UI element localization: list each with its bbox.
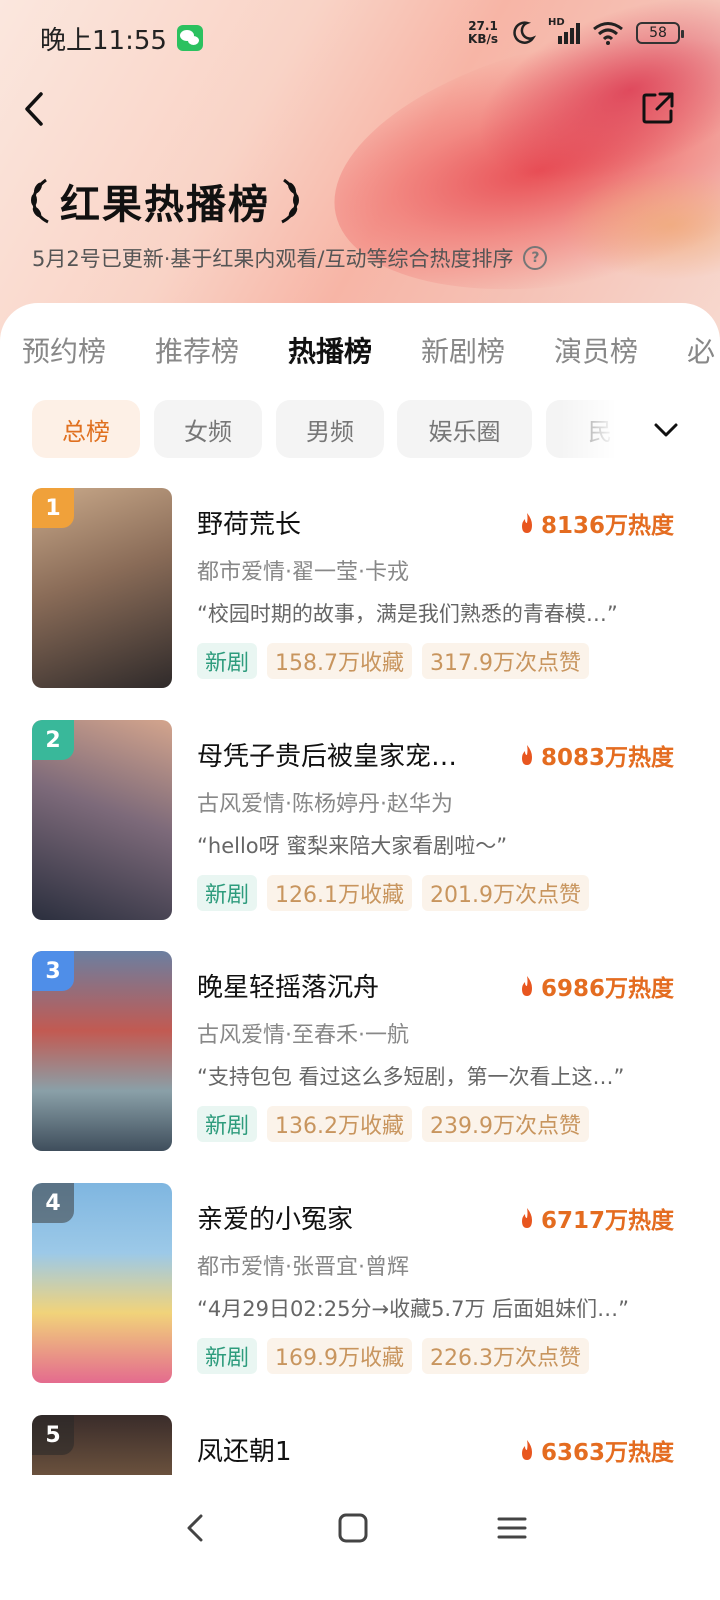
drama-cover[interactable]: 4 <box>32 1183 172 1383</box>
wifi-icon <box>593 22 623 45</box>
update-subtitle: 5月2号已更新·基于红果内观看/互动等综合热度排序 ? <box>32 243 548 273</box>
rank-badge: 5 <box>32 1415 74 1455</box>
rank-badge: 3 <box>32 951 74 991</box>
drama-title[interactable]: 凤还朝1 <box>197 1431 497 1468</box>
tab-reservation[interactable]: 预约榜 <box>22 330 106 370</box>
drama-title[interactable]: 亲爱的小冤家 <box>197 1199 497 1236</box>
flame-icon <box>521 745 532 765</box>
heat-score: 8083万热度 <box>519 738 674 772</box>
flame-icon <box>521 1208 532 1228</box>
likes-tag: 239.9万次点赞 <box>422 1106 589 1142</box>
heat-score: 8136万热度 <box>519 506 674 540</box>
drama-tags: 新剧 126.1万收藏 201.9万次点赞 <box>197 875 589 911</box>
heat-score: 6986万热度 <box>519 969 674 1003</box>
expand-chips-button[interactable] <box>648 412 684 448</box>
share-button[interactable] <box>640 90 680 130</box>
chip-entertainment[interactable]: 娱乐圈 <box>397 400 532 458</box>
new-tag: 新剧 <box>197 1338 258 1374</box>
wechat-icon <box>176 25 203 51</box>
tab-recommend[interactable]: 推荐榜 <box>155 330 239 370</box>
chip-female[interactable]: 女频 <box>154 400 262 458</box>
likes-tag: 201.9万次点赞 <box>422 875 589 911</box>
status-icons: 27.1 KB/s HD 58 <box>468 17 684 46</box>
heat-value: 8136万热度 <box>540 513 674 539</box>
favorites-tag: 136.2万收藏 <box>267 1106 412 1142</box>
list-item[interactable]: 1 野荷荒长 8136万热度 都市爱情·翟一莹·卡戎 “校园时期的故事，满是我们… <box>0 488 720 698</box>
status-time: 晚上11:55 <box>40 25 167 56</box>
tab-hot[interactable]: 热播榜 <box>288 330 372 370</box>
page-title: 红果热播榜 <box>60 182 270 228</box>
rank-badge: 2 <box>32 720 74 760</box>
drama-title[interactable]: 母凭子贵后被皇家宠… <box>197 736 497 773</box>
drama-tags: 新剧 158.7万收藏 317.9万次点赞 <box>197 643 589 679</box>
favorites-tag: 169.9万收藏 <box>267 1338 412 1374</box>
favorites-tag: 126.1万收藏 <box>267 875 412 911</box>
chevron-left-icon <box>25 92 43 126</box>
tab-actors[interactable]: 演员榜 <box>554 330 638 370</box>
heat-value: 6717万热度 <box>540 1208 674 1234</box>
drama-quote: “支持包包 看过这么多短剧，第一次看上这…” <box>197 1065 625 1089</box>
drama-meta: 古风爱情·至春禾·一航 <box>197 1023 409 1048</box>
subtitle-text: 5月2号已更新·基于红果内观看/互动等综合热度排序 <box>32 247 514 271</box>
moon-icon <box>513 21 536 44</box>
system-nav-bar <box>0 1475 720 1600</box>
flame-icon <box>521 976 532 996</box>
list-item[interactable]: 3 晚星轻摇落沉舟 6986万热度 古风爱情·至春禾·一航 “支持包包 看过这么… <box>0 951 720 1161</box>
heat-score: 6717万热度 <box>519 1201 674 1235</box>
net-speed-unit: KB/s <box>468 32 498 46</box>
tab-more[interactable]: 必 <box>687 330 715 370</box>
heat-value: 8083万热度 <box>540 745 674 771</box>
drama-quote: “hello呀 蜜梨来陪大家看剧啦～” <box>197 834 508 858</box>
back-button[interactable] <box>14 84 54 134</box>
chip-overall[interactable]: 总榜 <box>32 400 140 458</box>
new-tag: 新剧 <box>197 1106 258 1142</box>
chip-male[interactable]: 男频 <box>276 400 384 458</box>
favorites-tag: 158.7万收藏 <box>267 643 412 679</box>
list-item[interactable]: 4 亲爱的小冤家 6717万热度 都市爱情·张晋宜·曾辉 “4月29日02:25… <box>0 1183 720 1393</box>
signal-icon: HD <box>548 17 580 46</box>
drama-tags: 新剧 136.2万收藏 239.9万次点赞 <box>197 1106 589 1142</box>
nav-menu-button[interactable] <box>482 1503 542 1553</box>
rank-badge: 4 <box>32 1183 74 1223</box>
flame-icon <box>521 513 532 533</box>
drama-title[interactable]: 野荷荒长 <box>197 504 497 541</box>
heat-score: 6363万热度 <box>519 1433 674 1467</box>
tab-new-drama[interactable]: 新剧榜 <box>421 330 505 370</box>
drama-cover[interactable]: 1 <box>32 488 172 688</box>
drama-meta: 都市爱情·张晋宜·曾辉 <box>197 1255 409 1280</box>
likes-tag: 317.9万次点赞 <box>422 643 589 679</box>
battery-icon: 58 <box>636 22 684 44</box>
rank-badge: 1 <box>32 488 74 528</box>
drama-quote: “4月29日02:25分→收藏5.7万 后面姐妹们…” <box>197 1297 630 1321</box>
home-nav-icon <box>338 1513 368 1543</box>
drama-quote: “校园时期的故事，满是我们熟悉的青春模…” <box>197 602 618 626</box>
new-tag: 新剧 <box>197 643 258 679</box>
new-tag: 新剧 <box>197 875 258 911</box>
flame-icon <box>521 1440 532 1460</box>
drama-meta: 都市爱情·翟一莹·卡戎 <box>197 560 409 585</box>
list-item[interactable]: 2 母凭子贵后被皇家宠… 8083万热度 古风爱情·陈杨婷丹·赵华为 “hell… <box>0 720 720 930</box>
chips-fade <box>560 396 720 462</box>
drama-tags: 新剧 169.9万收藏 226.3万次点赞 <box>197 1338 589 1374</box>
nav-back-button[interactable] <box>165 1503 225 1553</box>
chevron-down-icon <box>654 423 678 437</box>
laurel-right-icon <box>281 178 299 224</box>
net-speed: 27.1 KB/s <box>468 20 498 46</box>
title-row: 红果热播榜 <box>28 172 302 230</box>
heat-value: 6363万热度 <box>540 1440 674 1466</box>
ranking-tabs: 预约榜 推荐榜 热播榜 新剧榜 演员榜 必 <box>0 330 720 380</box>
menu-nav-icon <box>497 1517 527 1539</box>
help-icon[interactable]: ? <box>523 246 548 270</box>
laurel-left-icon <box>31 178 49 224</box>
back-nav-icon <box>187 1514 203 1542</box>
heat-value: 6986万热度 <box>540 976 674 1002</box>
nav-home-button[interactable] <box>323 1503 383 1553</box>
likes-tag: 226.3万次点赞 <box>422 1338 589 1374</box>
drama-cover[interactable]: 2 <box>32 720 172 920</box>
drama-meta: 古风爱情·陈杨婷丹·赵华为 <box>197 792 453 817</box>
drama-cover[interactable]: 3 <box>32 951 172 1151</box>
battery-level: 58 <box>649 25 667 41</box>
share-icon <box>642 92 674 124</box>
drama-title[interactable]: 晚星轻摇落沉舟 <box>197 967 497 1004</box>
